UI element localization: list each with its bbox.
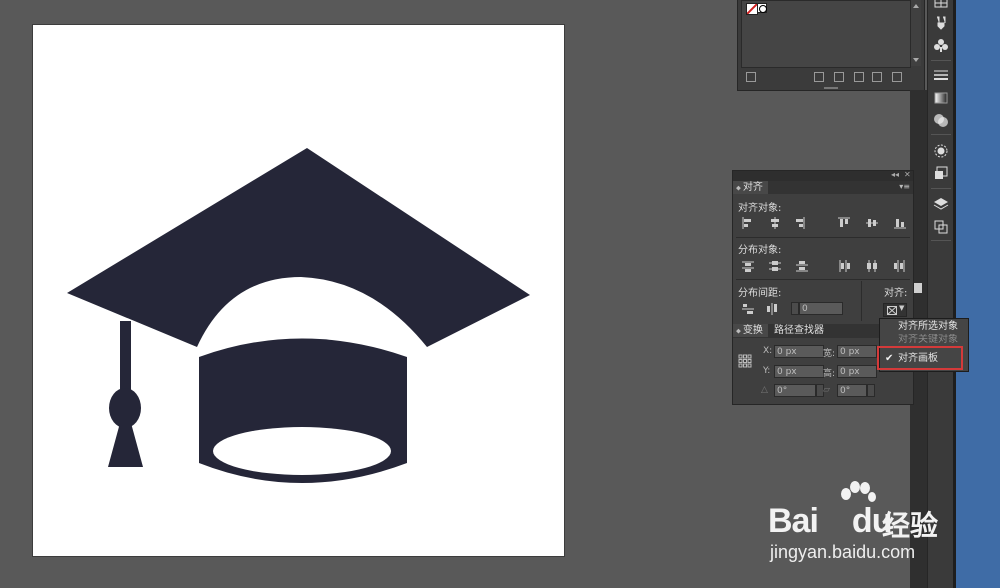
gradient-icon[interactable] [932, 89, 950, 107]
x-label: X: [763, 346, 773, 356]
graduation-cap-artwork[interactable] [33, 25, 564, 556]
swatch-list[interactable] [741, 0, 911, 68]
hspace-icon[interactable] [765, 302, 779, 316]
align-top-icon[interactable] [837, 216, 851, 230]
swatch-scrollbar[interactable] [911, 0, 921, 66]
w-label: 宽: [823, 349, 836, 359]
artboard[interactable] [32, 24, 565, 557]
reference-point-icon[interactable] [738, 354, 752, 368]
transparency-icon[interactable] [932, 111, 950, 129]
distribute-spacing-label: 分布间距: [738, 288, 782, 299]
show-kinds-icon[interactable] [814, 72, 824, 82]
tab-pathfinder[interactable]: 路径查找器 [771, 324, 829, 337]
x-input[interactable]: 0 px [774, 345, 824, 358]
brushes-icon[interactable] [932, 14, 950, 32]
close-panel-icon[interactable]: ✕ [904, 170, 911, 179]
dist-bottom-icon[interactable] [795, 259, 809, 273]
collapse-icon[interactable]: ◂◂ [891, 170, 899, 179]
rotate-input[interactable]: 0° [774, 384, 816, 397]
watermark-cn: 经验 [882, 509, 939, 542]
shear-icon: ▱ [823, 385, 830, 395]
dist-vcenter-icon[interactable] [768, 259, 782, 273]
dist-top-icon[interactable] [741, 259, 755, 273]
swatch-options-icon[interactable] [834, 72, 844, 82]
align-vcenter-icon[interactable] [865, 216, 879, 230]
spacing-stepper[interactable] [791, 302, 799, 315]
align-objects-label: 对齐对象: [738, 203, 782, 214]
chevron-down-icon: ▼ [899, 304, 905, 312]
delete-swatch-icon[interactable] [892, 72, 902, 82]
watermark-url: jingyan.baidu.com [770, 542, 916, 562]
align-left-icon[interactable] [741, 216, 755, 230]
swatches-panel [737, 0, 925, 91]
artboards-icon[interactable] [932, 218, 950, 236]
panel-grip[interactable] [824, 87, 838, 89]
spacing-input[interactable]: 0 [799, 302, 843, 315]
dist-left-icon[interactable] [837, 259, 851, 273]
symbols-icon[interactable] [932, 36, 950, 54]
stroke-icon[interactable] [932, 66, 950, 84]
shear-dropdown[interactable] [867, 384, 875, 397]
panel-titlebar[interactable]: ◂◂ ✕ [733, 170, 913, 181]
align-bottom-icon[interactable] [893, 216, 907, 230]
align-tabbar: ⬥ 对齐 ▾≡ [733, 181, 913, 194]
scroll-down-icon[interactable] [913, 58, 919, 62]
y-input[interactable]: 0 px [774, 365, 824, 378]
h-label: 高: [823, 369, 836, 379]
rotate-icon: △ [761, 385, 768, 395]
h-input[interactable]: 0 px [837, 365, 877, 378]
align-to-artboard-button[interactable]: ▼ [883, 303, 907, 317]
baidu-watermark: Bai du 经验 jingyan.baidu.com [768, 480, 988, 580]
swatches-icon[interactable] [932, 0, 950, 14]
new-group-icon[interactable] [854, 72, 864, 82]
vspace-icon[interactable] [741, 302, 755, 316]
panel-menu-icon[interactable]: ▾≡ [899, 182, 910, 191]
registration-swatch[interactable] [757, 3, 767, 13]
new-swatch-icon[interactable] [872, 72, 882, 82]
graphic-styles-icon[interactable] [932, 164, 950, 182]
watermark-brand: Bai du [768, 502, 892, 540]
align-right-icon[interactable] [792, 216, 806, 230]
tab-align[interactable]: ⬥ 对齐 [733, 181, 768, 194]
menu-item-align-key-object[interactable]: 对齐关键对象 [880, 334, 968, 346]
distribute-objects-label: 分布对象: [738, 245, 782, 256]
w-input[interactable]: 0 px [837, 345, 877, 358]
appearance-icon[interactable] [932, 142, 950, 160]
align-hcenter-icon[interactable] [768, 216, 782, 230]
tab-transform[interactable]: ⬥ 变换 [733, 324, 768, 337]
align-to-label: 对齐: [884, 288, 908, 299]
scroll-up-icon[interactable] [913, 4, 919, 8]
swatch-library-icon[interactable] [746, 72, 756, 82]
swatch-toolbar [742, 70, 920, 84]
highlight-annotation [877, 346, 963, 370]
layers-icon[interactable] [932, 195, 950, 213]
shear-input[interactable]: 0° [837, 384, 867, 397]
dist-right-icon[interactable] [893, 259, 907, 273]
y-label: Y: [763, 366, 771, 376]
menu-item-align-selection[interactable]: 对齐所选对象 [880, 319, 968, 335]
dist-hcenter-icon[interactable] [865, 259, 879, 273]
